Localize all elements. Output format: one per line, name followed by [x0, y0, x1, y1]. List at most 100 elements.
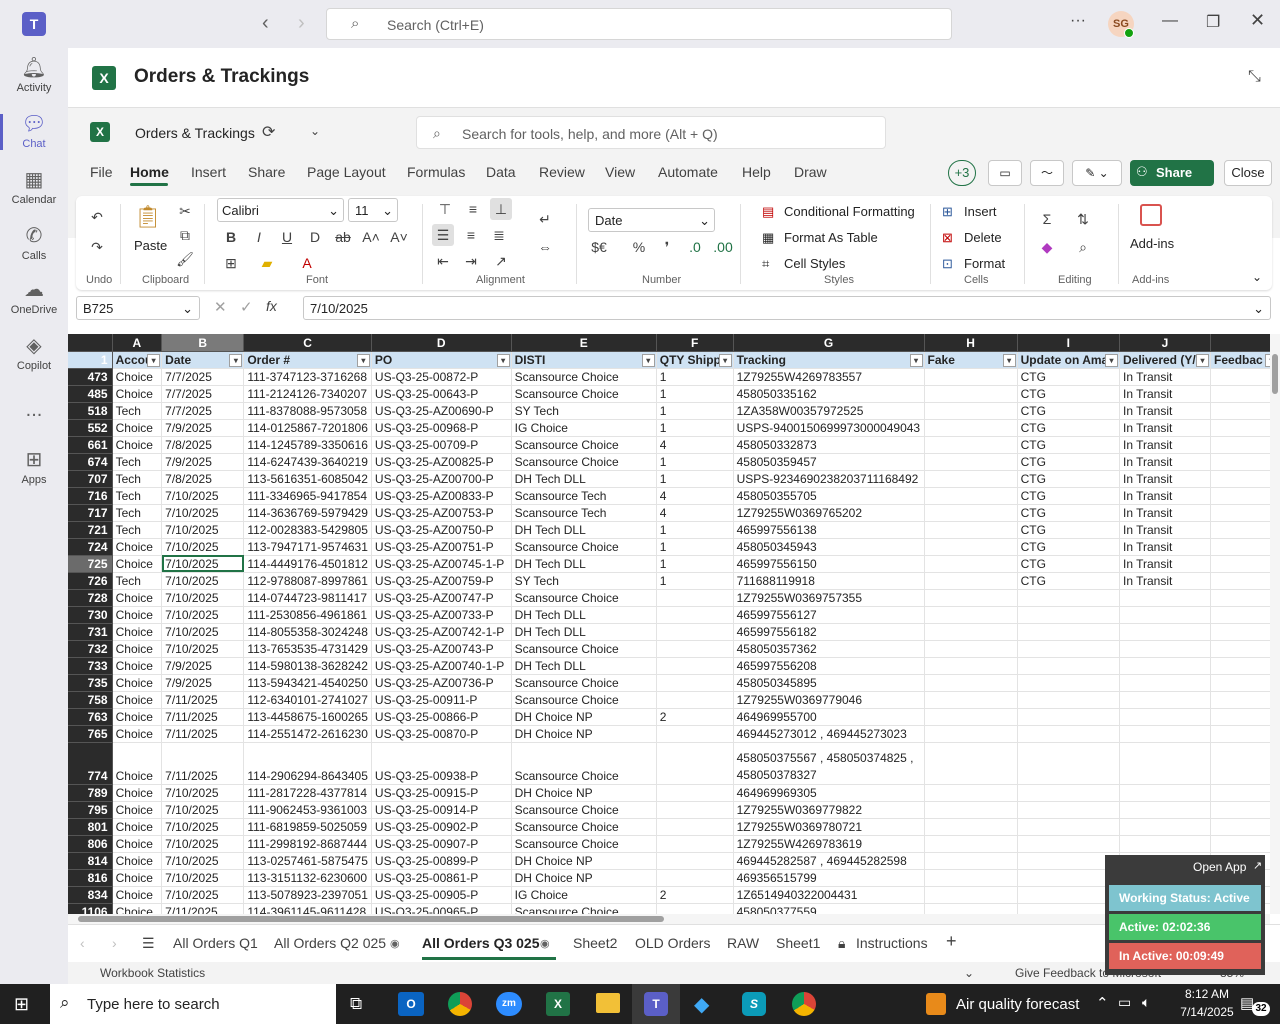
tab-home[interactable]: Home [130, 164, 169, 180]
undo-icon[interactable]: ↶ [86, 206, 108, 228]
orientation-icon[interactable]: ↗ [490, 250, 512, 272]
grid-cell[interactable]: Choice [112, 657, 163, 675]
grid-cell[interactable] [924, 742, 1018, 785]
grid-cell[interactable]: DH Tech DLL [511, 521, 657, 539]
grid-cell[interactable]: US-Q3-25-00870-P [371, 725, 512, 743]
grid-cell[interactable]: DH Tech DLL [511, 623, 657, 641]
file-explorer-icon[interactable] [596, 993, 620, 1013]
grid-cell[interactable]: 1Z79255W0369779822 [733, 801, 925, 819]
grid-cell[interactable]: 114-3636769-5979429 [243, 504, 372, 522]
grid-cell[interactable] [924, 801, 1018, 819]
grid-cell[interactable]: 458050357362 [733, 640, 925, 658]
grid-cell[interactable]: Scansource Choice [511, 385, 657, 403]
grid-cell[interactable]: IG Choice [511, 886, 657, 904]
grid-cell[interactable]: DH Choice NP [511, 852, 657, 870]
grid-cell[interactable]: In Transit [1119, 470, 1212, 488]
grid-cell[interactable] [924, 368, 1018, 386]
grid-cell[interactable]: 1 [656, 453, 734, 471]
grid-cell[interactable]: CTG [1017, 487, 1120, 505]
outlook-icon[interactable]: O [398, 992, 424, 1016]
tab-insert[interactable]: Insert [191, 164, 226, 180]
grid-cell[interactable]: Choice [112, 555, 163, 573]
table-header-cell[interactable]: Update on Ama ▾ [1017, 351, 1120, 369]
decrease-indent-icon[interactable]: ⇤ [432, 250, 454, 272]
grid-cell[interactable]: 1 [656, 572, 734, 590]
table-header-cell[interactable]: DISTI ▾ [511, 351, 657, 369]
grid-cell[interactable]: CTG [1017, 504, 1120, 522]
grid-cell[interactable]: 458050345943 [733, 538, 925, 556]
bold-icon[interactable]: B [220, 226, 242, 248]
grid-cell[interactable]: 111-2817228-4377814 [243, 784, 372, 802]
grid-cell[interactable]: Scansource Choice [511, 589, 657, 607]
grid-cell[interactable]: 458050345895 [733, 674, 925, 692]
grid-cell[interactable]: 7/8/2025 [161, 470, 245, 488]
grid-cell[interactable]: 1Z79255W0369765202 [733, 504, 925, 522]
grid-cell[interactable]: 4 [656, 436, 734, 454]
grid-cell[interactable]: USPS-9234690238203711168492 [733, 470, 925, 488]
row-number[interactable]: 834 [68, 886, 113, 904]
column-header[interactable]: F [656, 334, 734, 352]
align-left-icon[interactable]: ☰ [432, 224, 454, 246]
row-number[interactable]: 721 [68, 521, 113, 539]
table-header-cell[interactable]: Delivered (Y/▾ [1119, 351, 1212, 369]
grid-cell[interactable]: 114-6247439-3640219 [243, 453, 372, 471]
row-number[interactable]: 801 [68, 818, 113, 836]
font-name-dropdown[interactable]: Calibri ⌄ [217, 198, 344, 222]
grid-cell[interactable]: Choice [112, 903, 163, 914]
grid-cell[interactable]: US-Q3-25-00866-P [371, 708, 512, 726]
grid-cell[interactable]: 2 [656, 708, 734, 726]
grid-cell[interactable]: US-Q3-25-AZ00740-1-P [371, 657, 512, 675]
sort-filter-icon[interactable]: ⇅ [1072, 208, 1094, 230]
merge-center-icon[interactable]: ⇔ [534, 236, 556, 258]
grid-cell[interactable]: US-Q3-25-AZ00753-P [371, 504, 512, 522]
grid-cell[interactable]: CTG [1017, 555, 1120, 573]
grid-cell[interactable]: 7/10/2025 [161, 623, 245, 641]
grid-cell[interactable]: 7/10/2025 [161, 487, 245, 505]
grid-cell[interactable] [924, 784, 1018, 802]
grid-cell[interactable]: 1ZA358W00357972525 [733, 402, 925, 420]
grid-cell[interactable]: Tech [112, 487, 163, 505]
grid-cell[interactable]: 465997556208 [733, 657, 925, 675]
row-number[interactable]: 730 [68, 606, 113, 624]
sheet-tab[interactable]: RAW [727, 935, 759, 951]
grid-cell[interactable]: Scansource Choice [511, 453, 657, 471]
sheet-tab[interactable]: Sheet1 [776, 935, 820, 951]
grid-cell[interactable] [924, 487, 1018, 505]
grid-cell[interactable]: 7/10/2025 [161, 538, 245, 556]
grid-cell[interactable]: Choice [112, 538, 163, 556]
grid-cell[interactable] [1017, 742, 1120, 785]
currency-icon[interactable]: $€ [588, 236, 610, 258]
insert-cells-button[interactable]: Insert [964, 204, 997, 219]
redo-icon[interactable]: ↷ [86, 236, 108, 258]
grid-cell[interactable]: In Transit [1119, 504, 1212, 522]
grid-cell[interactable]: Choice [112, 691, 163, 709]
grid-cell[interactable]: 113-3151132-6230600 [243, 869, 372, 887]
grid-cell[interactable]: 114-3961145-9611428 [243, 903, 372, 914]
underline-icon[interactable]: U [276, 226, 298, 248]
grid-cell[interactable]: In Transit [1119, 453, 1212, 471]
grid-cell[interactable] [1119, 606, 1212, 624]
grid-cell[interactable]: CTG [1017, 521, 1120, 539]
grid-cell[interactable]: 113-5078923-2397051 [243, 886, 372, 904]
grid-cell[interactable] [656, 835, 734, 853]
grid-cell[interactable]: 4 [656, 504, 734, 522]
grid-cell[interactable]: 458050355705 [733, 487, 925, 505]
grid-cell[interactable] [924, 572, 1018, 590]
grid-cell[interactable]: 1 [656, 402, 734, 420]
tab-review[interactable]: Review [539, 164, 585, 180]
row-number[interactable]: 717 [68, 504, 113, 522]
grid-cell[interactable]: 469445273012 , 469445273023 [733, 725, 925, 743]
grid-cell[interactable]: SY Tech [511, 572, 657, 590]
fill-color-icon[interactable]: ▰ [256, 252, 278, 274]
grid-cell[interactable] [1017, 640, 1120, 658]
grid-cell[interactable]: 114-2906294-8643405 [243, 742, 372, 785]
filter-dropdown-icon[interactable]: ▾ [229, 353, 243, 367]
grid-cell[interactable]: Tech [112, 470, 163, 488]
grid-cell[interactable] [924, 436, 1018, 454]
sync-icon[interactable]: ⟳ [262, 122, 275, 142]
grid-cell[interactable]: US-Q3-25-AZ00690-P [371, 402, 512, 420]
column-header[interactable]: A [112, 334, 163, 352]
grid-cell[interactable]: Scansource Choice [511, 691, 657, 709]
windows-start-icon[interactable]: ⊞ [14, 994, 29, 1015]
open-app-button[interactable]: Open App [1193, 860, 1246, 874]
